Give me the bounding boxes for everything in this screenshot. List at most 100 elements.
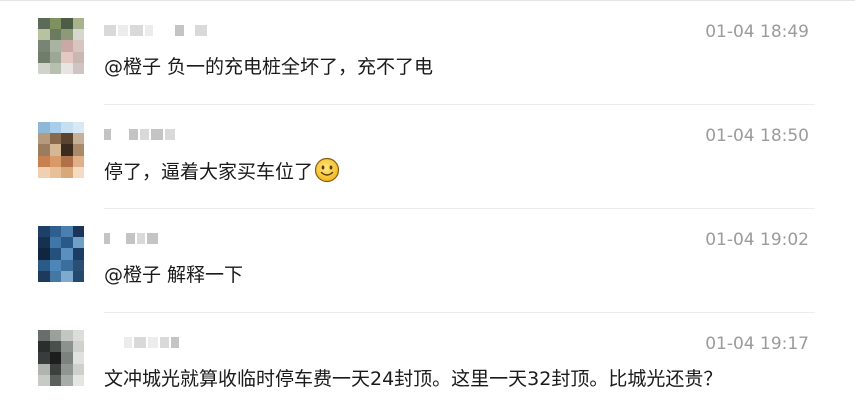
avatar-pixel	[49, 51, 61, 63]
avatar-pixel	[72, 40, 84, 52]
avatar-pixel	[49, 341, 61, 353]
avatar-pixel	[38, 155, 50, 167]
avatar[interactable]	[38, 330, 84, 386]
avatar-pixel	[49, 270, 61, 282]
avatar-pixel	[49, 248, 61, 260]
avatar-pixel	[61, 133, 73, 145]
avatar-pixel	[72, 62, 84, 74]
timestamp: 01-04 19:17	[705, 334, 809, 354]
avatar-pixel	[61, 51, 73, 63]
avatar-pixel	[49, 237, 61, 249]
avatar-pixel	[72, 374, 84, 386]
avatar-pixel	[61, 374, 73, 386]
timestamp: 01-04 18:49	[705, 22, 809, 42]
avatar-pixel	[61, 248, 73, 260]
avatar-pixel	[61, 166, 73, 178]
message-text: @橙子 负一的充电桩全坏了，充不了电	[104, 56, 434, 78]
avatar-pixel	[72, 122, 84, 134]
sender-name-blurred[interactable]	[104, 123, 175, 145]
avatar-pixel	[49, 144, 61, 156]
sender-name-blurred[interactable]	[104, 19, 207, 41]
avatar-pixel	[72, 363, 84, 375]
avatar-pixel	[61, 144, 73, 156]
avatar-pixel	[38, 352, 50, 364]
timestamp: 01-04 18:50	[705, 126, 809, 146]
avatar-pixel	[61, 270, 73, 282]
avatar-pixel	[38, 144, 50, 156]
avatar-pixel	[72, 270, 84, 282]
avatar-pixel	[72, 226, 84, 238]
list-item: 01-04 19:17 文冲城光就算收临时停车费一天24封顶。这里一天32封顶。…	[0, 313, 855, 417]
avatar-pixel	[49, 40, 61, 52]
avatar[interactable]	[38, 18, 84, 74]
avatar-pixel	[38, 133, 50, 145]
avatar-pixel	[72, 259, 84, 271]
avatar-pixel	[49, 29, 61, 41]
avatar-pixel	[49, 155, 61, 167]
avatar-pixel	[61, 259, 73, 271]
avatar-pixel	[38, 270, 50, 282]
avatar-pixel	[72, 29, 84, 41]
avatar-pixel	[72, 51, 84, 63]
sender-name-blurred[interactable]	[104, 331, 179, 353]
avatar-pixel	[38, 29, 50, 41]
avatar-pixel	[49, 330, 61, 342]
avatar-pixel	[61, 363, 73, 375]
list-item: 01-04 18:50 停了，逼着大家买车位了	[0, 105, 855, 209]
avatar-pixel	[72, 330, 84, 342]
list-item: 01-04 18:49 @橙子 负一的充电桩全坏了，充不了电	[0, 1, 855, 105]
comment-list: 01-04 18:49 @橙子 负一的充电桩全坏了，充不了电 01-04 18:…	[0, 0, 855, 418]
avatar-pixel	[49, 18, 61, 30]
avatar-pixel	[72, 18, 84, 30]
avatar-pixel	[49, 226, 61, 238]
sender-name-blurred[interactable]	[104, 227, 158, 249]
avatar-pixel	[61, 155, 73, 167]
avatar-pixel	[72, 144, 84, 156]
avatar-pixel	[49, 259, 61, 271]
avatar-pixel	[49, 133, 61, 145]
avatar-pixel	[49, 352, 61, 364]
avatar-pixel	[49, 363, 61, 375]
timestamp: 01-04 19:02	[705, 230, 809, 250]
avatar-pixel	[38, 363, 50, 375]
avatar-pixel	[61, 330, 73, 342]
avatar-pixel	[49, 166, 61, 178]
avatar-pixel	[72, 155, 84, 167]
avatar-pixel	[72, 341, 84, 353]
avatar-pixel	[72, 237, 84, 249]
avatar-pixel	[49, 122, 61, 134]
list-item: 01-04 19:02 @橙子 解释一下	[0, 209, 855, 313]
avatar-pixel	[38, 330, 50, 342]
avatar-pixel	[72, 248, 84, 260]
avatar-pixel	[72, 352, 84, 364]
message-text: @橙子 解释一下	[104, 264, 244, 286]
avatar-pixel	[38, 248, 50, 260]
avatar-pixel	[61, 29, 73, 41]
avatar-pixel	[72, 133, 84, 145]
avatar-pixel	[61, 352, 73, 364]
avatar-pixel	[61, 226, 73, 238]
avatar-pixel	[38, 259, 50, 271]
avatar-pixel	[38, 51, 50, 63]
avatar-pixel	[49, 62, 61, 74]
message-text-content: 停了，逼着大家买车位了	[104, 161, 314, 183]
avatar-pixel	[38, 237, 50, 249]
avatar-pixel	[61, 18, 73, 30]
avatar-pixel	[38, 166, 50, 178]
avatar-pixel	[49, 374, 61, 386]
avatar-pixel	[61, 341, 73, 353]
avatar-pixel	[38, 374, 50, 386]
avatar-pixel	[38, 18, 50, 30]
avatar-pixel	[61, 237, 73, 249]
smile-emoji-icon	[314, 157, 340, 191]
avatar-pixel	[38, 341, 50, 353]
avatar-pixel	[61, 122, 73, 134]
avatar[interactable]	[38, 122, 84, 178]
message-text: 文冲城光就算收临时停车费一天24封顶。这里一天32封顶。比城光还贵？	[104, 368, 723, 390]
avatar-pixel	[61, 62, 73, 74]
avatar[interactable]	[38, 226, 84, 282]
avatar-pixel	[38, 62, 50, 74]
avatar-pixel	[61, 40, 73, 52]
message-text: 停了，逼着大家买车位了	[104, 157, 340, 191]
avatar-pixel	[38, 40, 50, 52]
